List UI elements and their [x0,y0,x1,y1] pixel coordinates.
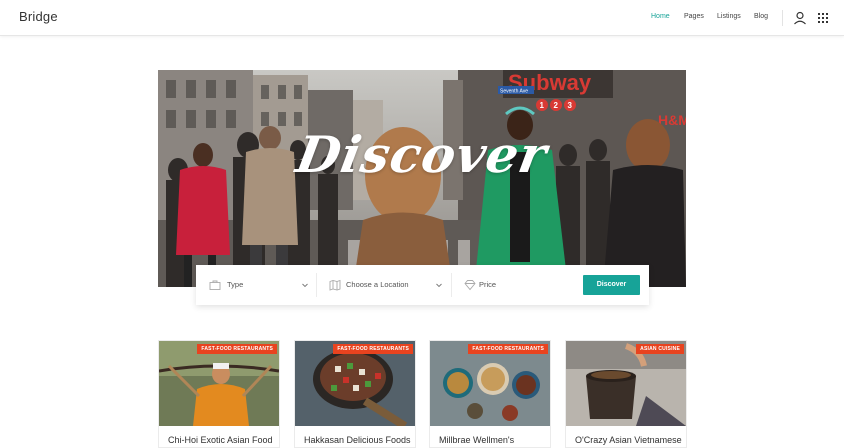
discover-button[interactable]: Discover [583,275,640,295]
nav-home[interactable]: Home [651,13,670,20]
category-badge[interactable]: FAST-FOOD RESTAURANTS [197,344,277,354]
hero-title: Discover [292,125,552,184]
listing-image[interactable]: FAST-FOOD RESTAURANTS [295,341,415,426]
listing-title[interactable]: Millbrae Wellmen's [439,435,514,445]
listing-card[interactable]: FAST-FOOD RESTAURANTS Millbrae Wellmen's [429,340,551,448]
subway-line-3: 3 [568,101,573,110]
nav-blog[interactable]: Blog [754,13,768,20]
listing-image[interactable]: FAST-FOOD RESTAURANTS [430,341,550,426]
nav-divider [782,10,783,26]
location-select[interactable]: Choose a Location [316,265,451,305]
listing-image[interactable]: FAST-FOOD RESTAURANTS [159,341,279,426]
user-icon[interactable] [793,11,807,25]
category-badge[interactable]: FAST-FOOD RESTAURANTS [333,344,413,354]
hero-banner: Subway Seventh Ave 1 2 3 H&M Discover [158,70,686,287]
grid-menu-icon[interactable] [816,11,830,25]
briefcase-icon [209,280,221,290]
nav-pages[interactable]: Pages [684,13,704,20]
nav-listings[interactable]: Listings [717,13,741,20]
listing-image[interactable]: ASIAN CUISINE [566,341,686,426]
brand-logo[interactable]: Bridge [19,9,58,24]
listing-card[interactable]: FAST-FOOD RESTAURANTS Hakkasan Delicious… [294,340,416,448]
street-sign-text: Seventh Ave [500,89,528,95]
chevron-down-icon [436,283,442,288]
location-select-label: Choose a Location [346,280,409,289]
diamond-icon [464,280,476,291]
type-select-label: Type [227,280,244,289]
type-select[interactable]: Type [196,265,316,305]
chevron-down-icon [302,283,308,288]
listing-title[interactable]: O'Crazy Asian Vietnamese [575,435,682,445]
subway-line-1: 1 [540,101,545,110]
category-badge[interactable]: FAST-FOOD RESTAURANTS [468,344,548,354]
category-badge[interactable]: ASIAN CUISINE [636,344,684,354]
search-bar: Type Choose a Location Price Discover [196,265,649,305]
listing-title[interactable]: Hakkasan Delicious Foods [304,435,411,445]
listing-card[interactable]: FAST-FOOD RESTAURANTS Chi-Hoi Exotic Asi… [158,340,280,448]
listing-title[interactable]: Chi-Hoi Exotic Asian Food [168,435,273,445]
site-header: Bridge Home Pages Listings Blog [0,0,844,36]
map-icon [329,279,341,291]
subway-line-2: 2 [554,101,559,110]
price-field[interactable]: Price [451,265,576,305]
price-field-label: Price [479,280,497,289]
listing-card[interactable]: ASIAN CUISINE O'Crazy Asian Vietnamese [565,340,687,448]
